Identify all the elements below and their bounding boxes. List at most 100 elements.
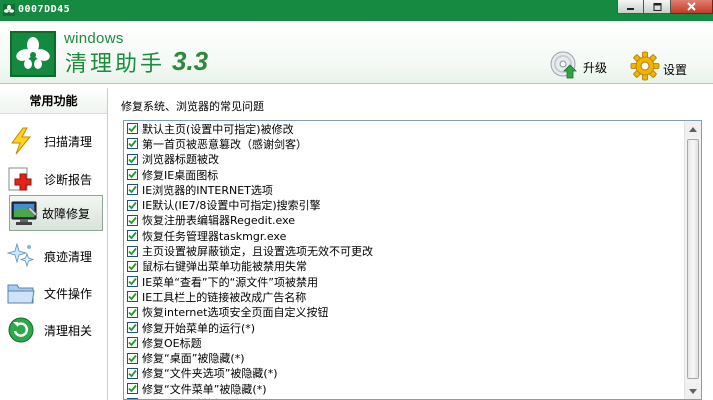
chevron-down-icon (689, 388, 697, 394)
settings-button[interactable]: 设置 (630, 51, 687, 81)
list-item[interactable]: IE菜单“查看”下的“源文件”项被禁用 (124, 274, 701, 289)
checkbox[interactable] (127, 123, 138, 135)
sidebar-item-file-ops[interactable]: 文件操作 (6, 275, 102, 311)
list-item-label: 第一首页被恶意篡改（感谢剑客） (142, 137, 307, 151)
list-item-label: 修复OE标题 (142, 336, 202, 350)
checkbox[interactable] (127, 199, 138, 211)
checkmark-icon (128, 125, 137, 133)
list-item[interactable]: 修复IE桌面图标 (124, 167, 701, 182)
checkmark-icon (128, 323, 137, 332)
list-item[interactable]: 主页设置被屏蔽锁定，且设置选项无效不可更改 (124, 243, 701, 258)
checkbox[interactable] (127, 138, 138, 150)
list-item[interactable]: 鼠标右键弹出菜单功能被禁用失常 (124, 259, 701, 274)
checkbox[interactable] (127, 230, 138, 242)
repair-options-rows: 默认主页(设置中可指定)被修改 第一首页被恶意篡改（感谢剑客） 浏览器标题被改 修复I… (124, 121, 701, 399)
checkmark-icon (128, 369, 137, 378)
leaf-logo-icon (16, 37, 50, 69)
checkmark-icon (128, 186, 137, 194)
checkbox[interactable] (127, 337, 138, 349)
sidebar-item-label: 清理相关 (44, 323, 93, 338)
scroll-down-button[interactable] (685, 383, 701, 399)
upgrade-label: 升级 (583, 61, 608, 75)
sidebar-item-clean-related[interactable]: 清理相关 (6, 312, 102, 348)
list-item-label: 修复“文件菜单”被隐藏(*) (142, 382, 267, 396)
scroll-up-button[interactable] (685, 121, 701, 137)
list-item[interactable]: IE浏览器的INTERNET选项 (124, 182, 701, 197)
app-header: windows 清理助手 3.3 升级 设置 (0, 21, 713, 84)
vertical-scrollbar[interactable] (684, 121, 701, 399)
minimize-icon (627, 7, 634, 10)
checkmark-icon (128, 232, 137, 240)
repair-options-list[interactable]: 默认主页(设置中可指定)被修改 第一首页被恶意篡改（感谢剑客） 浏览器标题被改 修复I… (123, 120, 702, 400)
app-leaf-icon (3, 4, 15, 16)
checkmark-icon (128, 385, 137, 393)
list-item[interactable]: IE默认(IE7/8设置中可指定)搜索引擎 (124, 197, 701, 212)
list-item[interactable]: 恢复任务管理器taskmgr.exe (124, 228, 701, 243)
list-item[interactable]: IE工具栏上的链接被改成广告名称 (124, 289, 701, 304)
checkbox[interactable] (127, 291, 138, 303)
list-item[interactable]: 修复开始菜单的运行(*) (124, 320, 701, 335)
checkmark-icon (128, 262, 137, 271)
checkbox[interactable] (127, 169, 138, 181)
maximize-icon (653, 2, 661, 11)
window-controls (617, 0, 713, 14)
checkbox[interactable] (127, 214, 138, 226)
section-title: 修复系统、浏览器的常见问题 (121, 100, 264, 113)
list-item[interactable]: 修复OE标题 (124, 335, 701, 350)
sidebar-item-label: 诊断报告 (44, 172, 93, 187)
list-item-label: 主页设置被屏蔽锁定，且设置选项无效不可更改 (142, 245, 373, 259)
list-item-label: 恢复internet选项安全页面自定义按钮 (142, 306, 329, 320)
sidebar-item-diagnostic-report[interactable]: 诊断报告 (6, 161, 102, 197)
list-item[interactable]: 恢复internet选项安全页面自定义按钮 (124, 305, 701, 320)
main-panel: 修复系统、浏览器的常见问题 默认主页(设置中可指定)被修改 第一首页被恶意篡改（感… (110, 88, 713, 400)
app-logo (10, 31, 56, 77)
sidebar-item-label: 故障修复 (42, 206, 91, 221)
list-item[interactable]: 修复“文件菜单”被隐藏(*) (124, 381, 701, 396)
upgrade-disc-icon (550, 51, 577, 79)
upgrade-button[interactable]: 升级 (550, 51, 607, 79)
checkmark-icon (128, 293, 137, 301)
checkmark-icon (128, 278, 137, 286)
checkbox[interactable] (127, 245, 138, 257)
list-item[interactable]: 第一首页被恶意篡改（感谢剑客） (124, 136, 701, 151)
list-item[interactable]: 恢复注册表编辑器Regedit.exe (124, 213, 701, 228)
list-item[interactable]: 修复“桌面”被隐藏(*) (124, 350, 701, 365)
list-item-label: 恢复任务管理器taskmgr.exe (142, 229, 287, 243)
medical-cross-icon (6, 164, 36, 194)
list-item[interactable]: 浏览器标题被改 (124, 152, 701, 167)
brand-name: 清理助手 (65, 52, 166, 77)
close-icon (687, 2, 696, 11)
checkbox[interactable] (127, 276, 138, 288)
list-item-label: 修复开始菜单的运行(*) (142, 321, 256, 335)
list-item-label: 修复“关闭计算机”被隐藏(*) (142, 396, 277, 399)
minimize-button[interactable] (617, 0, 644, 14)
checkbox[interactable] (127, 367, 138, 379)
gear-icon (630, 51, 660, 81)
list-item[interactable]: 默认主页(设置中可指定)被修改 (124, 121, 701, 136)
brand-version: 3.3 (172, 46, 209, 76)
checkbox[interactable] (127, 383, 138, 395)
lightning-icon (6, 126, 36, 156)
checkbox[interactable] (127, 306, 138, 318)
checkmark-icon (128, 339, 137, 347)
checkbox[interactable] (127, 352, 138, 364)
list-item[interactable]: 修复“文件夹选项”被隐藏(*) (124, 366, 701, 381)
checkbox[interactable] (127, 322, 138, 333)
checkbox[interactable] (127, 184, 138, 196)
brand-subtitle: windows (64, 30, 124, 47)
scrollbar-thumb[interactable] (687, 139, 699, 379)
window-title: 0007DD45 (18, 4, 71, 15)
sidebar-item-scan-clean[interactable]: 扫描清理 (6, 123, 102, 159)
close-button[interactable] (671, 0, 713, 14)
sidebar-item-fault-repair[interactable]: 故障修复 (9, 195, 103, 231)
title-bar: 0007DD45 (0, 0, 713, 21)
list-item-label: 修复“桌面”被隐藏(*) (142, 352, 245, 366)
checkmark-icon (128, 170, 137, 179)
checkbox[interactable] (127, 260, 138, 272)
maximize-button[interactable] (644, 0, 671, 14)
list-item[interactable]: 修复“关闭计算机”被隐藏(*) (124, 396, 701, 399)
sidebar: 常用功能 扫描清理 诊断报告 故障修复 痕迹清理 文件操作 清理相关 (0, 88, 108, 400)
checkmark-icon (128, 155, 137, 164)
checkbox[interactable] (127, 153, 138, 165)
sidebar-item-trace-clean[interactable]: 痕迹清理 (6, 238, 102, 274)
